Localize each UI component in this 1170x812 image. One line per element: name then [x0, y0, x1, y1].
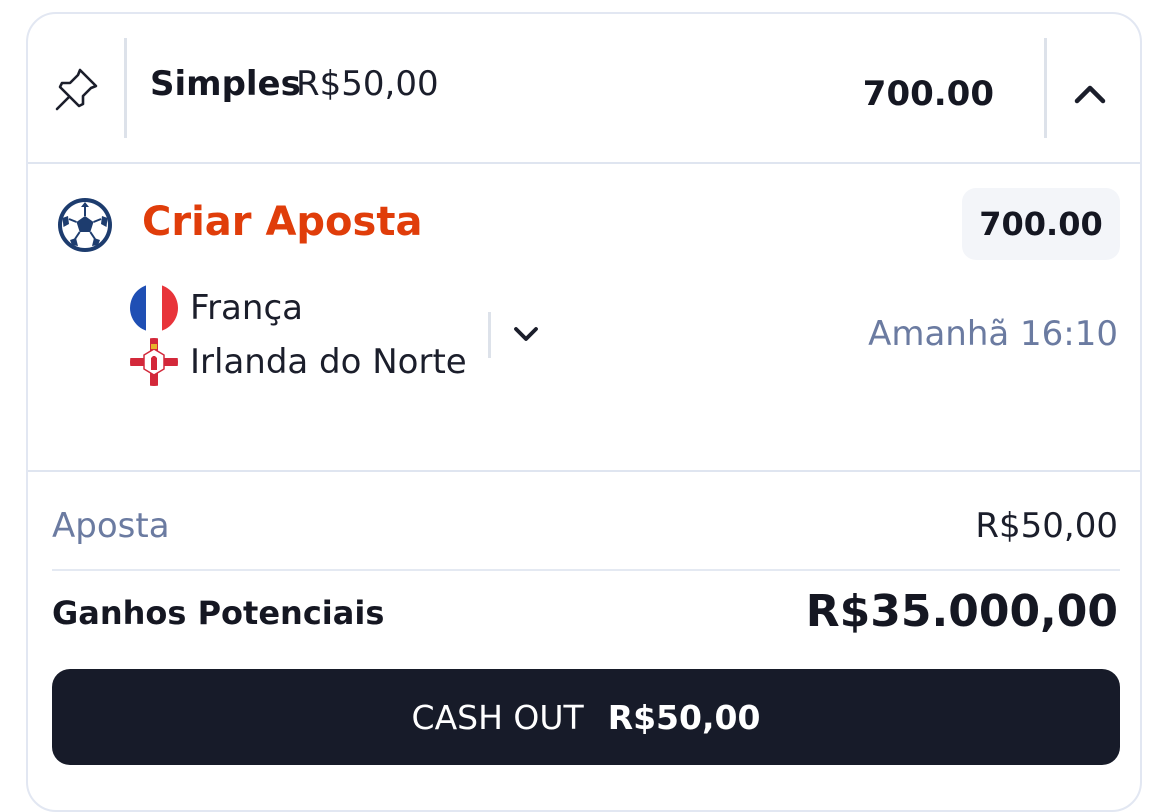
cash-out-label: CASH OUT: [411, 697, 584, 737]
home-team-name: França: [190, 288, 303, 328]
cash-out-button[interactable]: CASH OUT R$50,00: [52, 669, 1120, 765]
match-divider: [488, 312, 491, 358]
potential-winnings-value: R$35.000,00: [805, 586, 1118, 637]
northern-ireland-flag-icon: [130, 338, 178, 386]
bet-type-label: Simples: [150, 64, 301, 104]
selection-odds: 700.00: [962, 188, 1120, 260]
chevron-up-icon[interactable]: [1070, 74, 1110, 114]
section-divider: [28, 470, 1140, 472]
stake-label: Aposta: [52, 506, 170, 546]
soccer-ball-icon: [58, 198, 112, 252]
france-flag-icon: [130, 284, 178, 332]
pin-icon[interactable]: [52, 64, 102, 114]
cash-out-amount: R$50,00: [607, 697, 761, 737]
chevron-down-icon[interactable]: [508, 316, 544, 352]
potential-winnings-label: Ganhos Potenciais: [52, 594, 385, 632]
header-divider: [124, 38, 127, 138]
bet-card: Simples R$50,00 700.00 Criar Aposta 700.…: [26, 12, 1142, 812]
market-name: Criar Aposta: [142, 199, 423, 245]
summary-divider: [52, 569, 1120, 571]
bet-header[interactable]: Simples R$50,00 700.00: [28, 14, 1140, 164]
away-team-name: Irlanda do Norte: [190, 342, 467, 382]
bet-stake-label: R$50,00: [296, 64, 439, 104]
total-odds: 700.00: [862, 74, 994, 114]
stake-value: R$50,00: [975, 506, 1118, 546]
header-divider: [1044, 38, 1047, 138]
match-start-time: Amanhã 16:10: [868, 314, 1118, 354]
